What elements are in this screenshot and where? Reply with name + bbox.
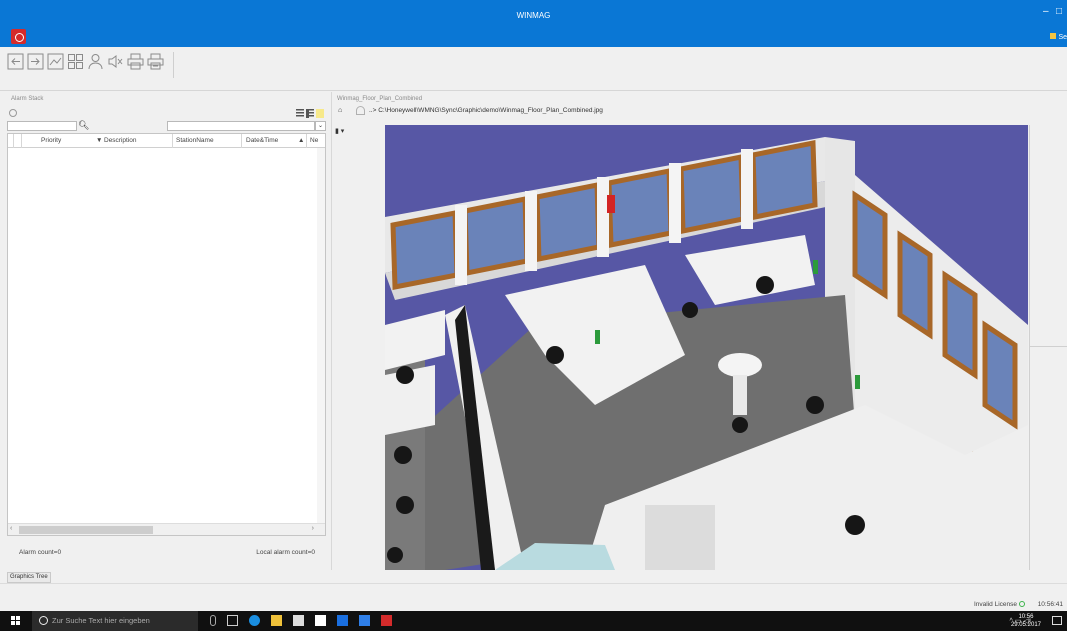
graphic-button[interactable] [46, 52, 65, 71]
window-title: WINMAG [516, 11, 551, 20]
column-station-name[interactable]: StationName [176, 137, 214, 144]
column-priority[interactable]: Priority [41, 137, 61, 144]
chevron-down-icon[interactable]: ⌄ [315, 121, 326, 131]
scroll-left-icon[interactable]: ‹ [10, 525, 12, 532]
tab-graphics-tree[interactable]: Graphics Tree [7, 572, 51, 583]
taskbar-search-input[interactable]: Zur Suche Text hier eingeben [32, 611, 198, 631]
toolbar-group [6, 52, 174, 78]
logout-icon [27, 53, 44, 70]
logout-button[interactable] [26, 52, 45, 71]
login-icon [7, 53, 24, 70]
floor-plan-illustration [385, 125, 1028, 570]
taskbar-apps [210, 615, 392, 626]
maximize-button[interactable]: □ [1056, 6, 1062, 17]
alarm-table: Priority ▼ Description StationName Date&… [7, 133, 326, 536]
windows-start-icon[interactable] [11, 616, 21, 626]
sort-asc-icon: ▲ [298, 137, 305, 144]
column-description[interactable]: Description [104, 137, 137, 144]
layers-dropdown[interactable]: ▮ ▾ [335, 127, 344, 135]
cortana-icon [39, 616, 48, 625]
winmag-taskbar-icon[interactable] [381, 615, 392, 626]
store-icon[interactable] [293, 615, 304, 626]
grid-view-button[interactable] [66, 52, 85, 71]
print-preview-icon [147, 53, 164, 70]
edge-icon[interactable] [249, 615, 260, 626]
search-icon[interactable]: 🔍︎ [78, 120, 89, 131]
task-view-icon[interactable] [227, 615, 238, 626]
taskbar-clock[interactable]: 10:56 29.05.2017 [1011, 613, 1041, 629]
alarm-filter-input[interactable] [167, 121, 315, 131]
alarm-stack-panel: Alarm Stack 🔍︎ ⌄ Priority ▼ Description … [4, 92, 326, 570]
column-date-time[interactable]: Date&Time [246, 137, 278, 144]
toolbar [0, 47, 1067, 91]
alarm-search-input[interactable] [7, 121, 77, 131]
gear-icon[interactable] [9, 109, 17, 117]
column-ne[interactable]: Ne [310, 137, 318, 144]
mute-icon [108, 55, 123, 68]
status-time: 10:56:41 [1037, 601, 1063, 608]
detail-view-icon[interactable] [306, 109, 314, 118]
scrollbar-thumb[interactable] [19, 526, 153, 534]
print-button[interactable] [126, 52, 145, 71]
horizontal-scrollbar[interactable]: ‹ › [8, 523, 325, 535]
sort-desc-icon: ▼ [96, 137, 103, 144]
login-button[interactable] [6, 52, 25, 71]
view-mode-icons [296, 109, 324, 118]
alarm-count: Alarm count=0 [19, 549, 62, 556]
user-icon [88, 54, 103, 70]
graphic-icon [47, 53, 64, 70]
graphic-path: ..> C:\Honeywell\WMNG\Sync\Graphic\demo\… [369, 107, 603, 114]
highlight-icon[interactable] [316, 109, 324, 118]
graphic-side-strip [1029, 125, 1067, 570]
file-explorer-icon[interactable] [271, 615, 282, 626]
graphic-title: Winmag_Floor_Plan_Combined [337, 96, 423, 102]
alarm-stack-title: Alarm Stack [11, 96, 44, 102]
graphic-panel: Winmag_Floor_Plan_Combined ⌂ ..> C:\Hone… [331, 92, 1067, 570]
microphone-icon[interactable] [210, 615, 216, 626]
mail-icon[interactable] [315, 615, 326, 626]
user-icon [1050, 33, 1057, 39]
user-button-label: Se [1058, 34, 1067, 41]
scroll-right-icon[interactable]: › [312, 525, 314, 532]
taskbar: Zur Suche Text hier eingeben ^ ▭ ◁ˣ 10:5… [0, 611, 1067, 631]
location-icon [356, 106, 365, 115]
home-icon[interactable]: ⌂ [338, 107, 342, 114]
notification-icon[interactable] [1052, 616, 1062, 625]
grid-view-icon [68, 54, 83, 69]
remote-desktop-icon[interactable] [359, 615, 370, 626]
mute-button[interactable] [106, 52, 125, 71]
minimize-button[interactable]: – [1043, 6, 1049, 17]
user-manager-button[interactable] [86, 52, 105, 71]
license-status: Invalid License [974, 601, 1017, 608]
floor-plan-3d-image[interactable] [385, 125, 1028, 570]
status-bar: Invalid License 10:56:41 [0, 583, 1067, 611]
local-alarm-count: Local alarm count=0 [256, 549, 315, 556]
app-icon[interactable] [337, 615, 348, 626]
taskbar-time: 10:56 [1018, 614, 1034, 620]
vertical-scrollbar[interactable] [317, 148, 325, 523]
print-icon [127, 53, 144, 70]
taskbar-search-placeholder: Zur Suche Text hier eingeben [52, 616, 150, 625]
alarm-table-header: Priority ▼ Description StationName Date&… [8, 134, 325, 148]
user-button[interactable]: Se [1050, 33, 1067, 41]
print-preview-button[interactable] [146, 52, 165, 71]
app-logo-icon[interactable] [11, 29, 26, 44]
power-icon [1019, 601, 1025, 607]
taskbar-date: 29.05.2017 [1010, 622, 1041, 628]
list-view-icon[interactable] [296, 109, 304, 118]
title-bar: WINMAG – □ Se [0, 0, 1067, 47]
